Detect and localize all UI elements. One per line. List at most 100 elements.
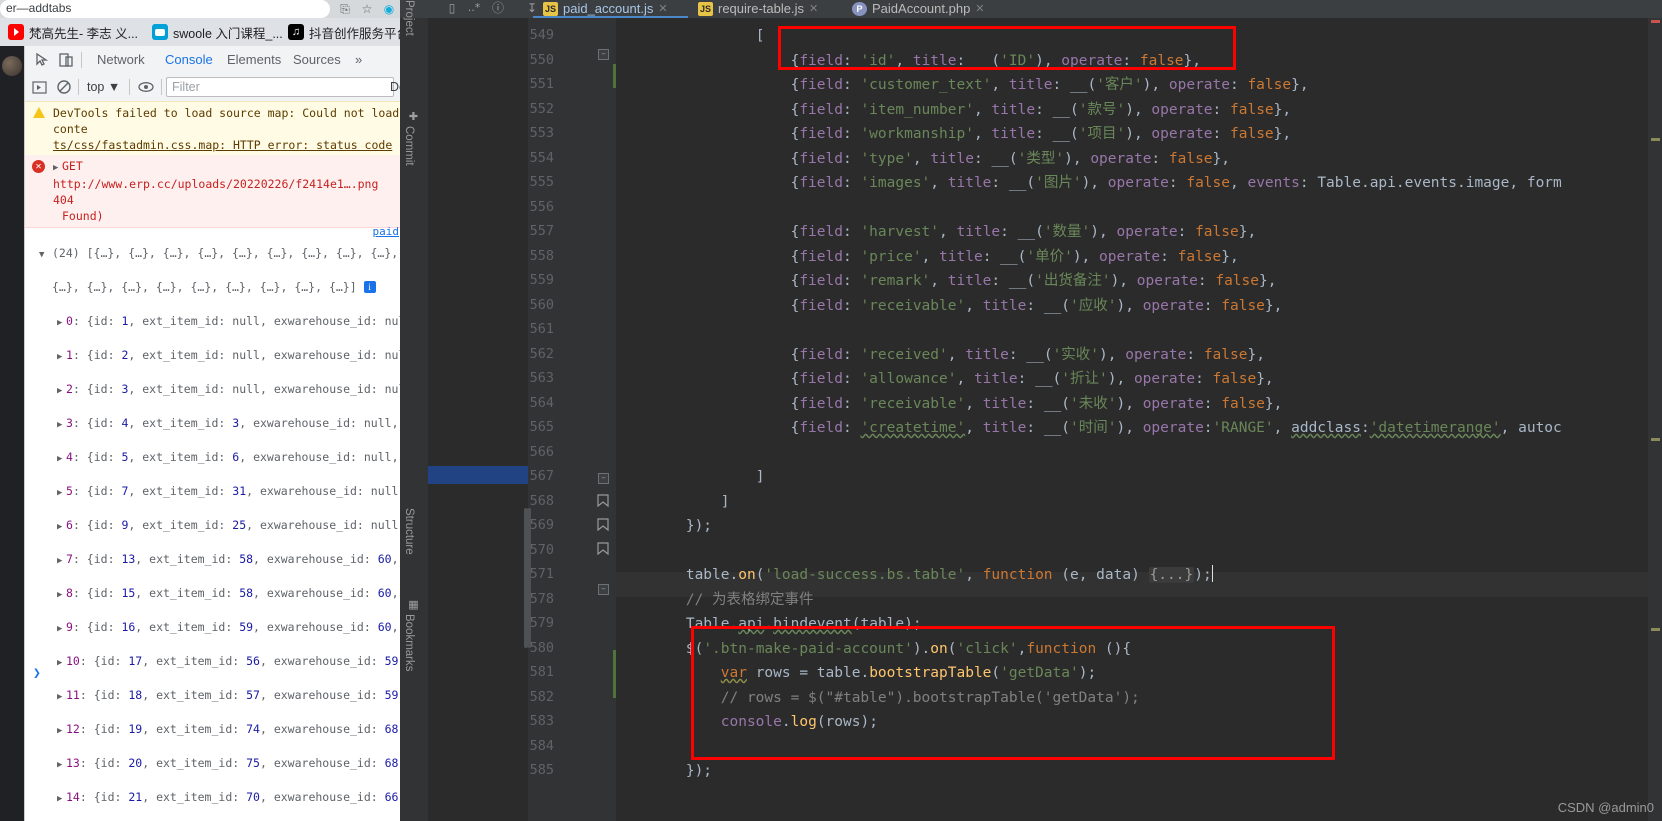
code-line[interactable]: {field: 'price', title: __('单价'), operat… xyxy=(616,245,1239,270)
array-row[interactable]: ▶ 3: {id: 4, ext_item_id: 3, exwarehouse_… xyxy=(25,415,400,432)
console-log-levels-selector[interactable]: Def xyxy=(390,80,400,94)
expand-arrow-icon[interactable]: ▶ xyxy=(57,315,66,330)
expand-arrow-icon[interactable]: ▶ xyxy=(57,757,66,772)
tool-window-project[interactable]: Project xyxy=(403,0,415,36)
devtools-tab-network[interactable]: Network xyxy=(93,46,149,74)
tool-window-commit[interactable]: Commit xyxy=(403,126,415,166)
expand-arrow-icon[interactable]: ▶ xyxy=(57,621,66,636)
code-line[interactable]: {field: 'allowance', title: __('折让'), op… xyxy=(616,367,1274,392)
code-line[interactable]: ] xyxy=(616,490,730,515)
editor-tab-paid-account-php[interactable]: P PaidAccount.php ✕ xyxy=(852,0,985,18)
code-line[interactable]: }); xyxy=(616,759,712,784)
bookmark-marker-icon[interactable] xyxy=(597,516,609,532)
code-line[interactable]: table.on('load-success.bs.table', functi… xyxy=(616,563,1213,588)
array-row[interactable]: ▶ 13: {id: 20, ext_item_id: 75, exwarehou… xyxy=(25,755,400,772)
close-icon[interactable]: ✕ xyxy=(658,2,667,16)
array-row[interactable]: ▶ 9: {id: 16, ext_item_id: 59, exwarehous… xyxy=(25,619,400,636)
expand-arrow-icon[interactable]: ▶ xyxy=(57,349,66,364)
expand-arrow-icon[interactable]: ▶ xyxy=(57,383,66,398)
expand-arrow-icon[interactable]: ▶ xyxy=(57,553,66,568)
expand-arrow-icon[interactable]: ▶ xyxy=(57,519,66,534)
array-row[interactable]: ▶ 4: {id: 5, ext_item_id: 6, exwarehouse_… xyxy=(25,449,400,466)
close-icon[interactable]: ✕ xyxy=(975,2,984,16)
array-row[interactable]: ▶ 0: {id: 1, ext_item_id: null, exwarehou… xyxy=(25,313,400,330)
bookmark-marker-icon[interactable] xyxy=(597,540,609,556)
code-line[interactable]: {field: 'receivable', title: __('应收'), o… xyxy=(616,294,1283,319)
code-line[interactable]: {field: 'item_number', title: __('款号'), … xyxy=(616,98,1292,123)
info-badge-icon[interactable]: i xyxy=(363,281,376,293)
console-filter-input[interactable]: Filter xyxy=(166,77,394,97)
bookmark-star-icon[interactable]: ☆ xyxy=(360,2,374,16)
array-row[interactable]: ▶ 2: {id: 3, ext_item_id: null, exwarehou… xyxy=(25,381,400,398)
omnibox[interactable]: er—addtabs xyxy=(0,0,330,18)
bookmark-item-0[interactable]: 梵高先生- 李志 义... xyxy=(8,21,138,43)
code-line[interactable]: {field: 'harvest', title: __('数量'), oper… xyxy=(616,220,1257,245)
code-fold-toggle[interactable]: – xyxy=(598,473,609,484)
execute-icon[interactable] xyxy=(31,78,49,96)
clear-console-icon[interactable] xyxy=(55,78,73,96)
code-fold-toggle[interactable]: – xyxy=(598,584,609,595)
devtools-tab-console[interactable]: Console xyxy=(161,46,217,76)
array-row[interactable]: ▶ 1: {id: 2, ext_item_id: null, exwarehou… xyxy=(25,347,400,364)
code-line[interactable]: console.log(rows); xyxy=(616,710,878,735)
help-icon[interactable]: ⓘ xyxy=(488,0,508,18)
close-icon[interactable]: ✕ xyxy=(809,2,818,16)
bookmark-item-1[interactable]: swoole 入门课程_... xyxy=(152,21,283,43)
code-line[interactable]: // rows = $("#table").bootstrapTable('ge… xyxy=(616,686,1140,711)
devtools-more-tabs-button[interactable]: » xyxy=(351,46,366,74)
expand-arrow-icon[interactable]: ▶ xyxy=(57,451,66,466)
device-toolbar-icon[interactable] xyxy=(57,51,75,69)
code-line[interactable]: var rows = table.bootstrapTable('getData… xyxy=(616,661,1096,686)
code-line[interactable]: {field: 'createtime', title: __('时间'), o… xyxy=(616,416,1562,441)
expand-arrow-icon[interactable]: ▶ xyxy=(57,417,66,432)
devtools-tab-sources[interactable]: Sources xyxy=(289,46,345,74)
editor-minimap[interactable] xyxy=(428,18,528,821)
code-line[interactable]: {field: 'customer_text', title: __('客户')… xyxy=(616,73,1309,98)
array-row[interactable]: ▶ 11: {id: 18, ext_item_id: 57, exwarehou… xyxy=(25,687,400,704)
code-editor[interactable]: [ {field: 'id', title: __('ID'), operate… xyxy=(616,18,1662,821)
code-line[interactable]: Table.api.bindevent(table); xyxy=(616,612,922,637)
console-context-selector[interactable]: top ▼ xyxy=(87,78,120,97)
tool-window-bookmarks[interactable]: Bookmarks xyxy=(403,614,415,672)
array-row[interactable]: ▶ 5: {id: 7, ext_item_id: 31, exwarehouse… xyxy=(25,483,400,500)
array-row[interactable]: ▶ 12: {id: 19, ext_item_id: 74, exwarehou… xyxy=(25,721,400,738)
array-row[interactable]: ▶ 6: {id: 9, ext_item_id: 25, exwarehouse… xyxy=(25,517,400,534)
expand-arrow-icon[interactable]: ▶ xyxy=(57,791,66,806)
code-line[interactable]: [ xyxy=(616,24,765,49)
expand-arrow-icon[interactable]: ▶ xyxy=(57,689,66,704)
inspect-element-icon[interactable] xyxy=(33,51,51,69)
code-line[interactable]: {field: 'remark', title: __('出货备注'), ope… xyxy=(616,269,1277,294)
code-fold-toggle[interactable]: – xyxy=(598,49,609,60)
devtools-tab-elements[interactable]: Elements xyxy=(223,46,285,74)
code-line[interactable]: {field: 'images', title: __('图片'), opera… xyxy=(616,171,1562,196)
editor-tab-require-table-js[interactable]: JS require-table.js ✕ xyxy=(698,0,818,18)
tool-window-structure[interactable]: Structure xyxy=(403,508,415,555)
code-line[interactable]: {field: 'receivable', title: __('未收'), o… xyxy=(616,392,1283,417)
search-everywhere-icon[interactable]: ..* xyxy=(464,0,484,18)
bookmark-marker-icon[interactable] xyxy=(597,492,609,508)
array-row[interactable]: ▶ 8: {id: 15, ext_item_id: 58, exwarehous… xyxy=(25,585,400,602)
window-icon[interactable]: ▯ xyxy=(442,0,462,18)
code-line[interactable]: {field: 'type', title: __('类型'), operate… xyxy=(616,147,1230,172)
array-row[interactable]: ▶ 14: {id: 21, ext_item_id: 70, exwarehou… xyxy=(25,789,400,806)
code-line[interactable]: $('.btn-make-paid-account').on('click',f… xyxy=(616,637,1131,662)
live-expression-icon[interactable] xyxy=(137,78,155,96)
editor-error-stripe[interactable] xyxy=(1648,18,1662,821)
code-line[interactable]: ] xyxy=(616,465,765,490)
code-line[interactable]: }); xyxy=(616,514,712,539)
share-icon[interactable]: ⎘ xyxy=(338,2,352,16)
array-row[interactable]: ▶ 10: {id: 17, ext_item_id: 56, exwarehou… xyxy=(25,653,400,670)
code-line[interactable]: {field: 'workmanship', title: __('项目'), … xyxy=(616,122,1292,147)
expand-arrow-icon[interactable]: ▶ xyxy=(57,587,66,602)
array-row[interactable]: ▶ 7: {id: 13, ext_item_id: 58, exwarehous… xyxy=(25,551,400,568)
code-line[interactable]: {field: 'received', title: __('实收'), ope… xyxy=(616,343,1265,368)
code-line[interactable]: // 为表格绑定事件 xyxy=(616,588,814,613)
profile-icon[interactable]: ◉ xyxy=(382,2,396,16)
expand-arrow-icon[interactable]: ▶ xyxy=(53,160,62,176)
expand-arrow-icon[interactable]: ▶ xyxy=(57,723,66,738)
bookmark-item-2[interactable]: ♫ 抖音创作服务平台 xyxy=(288,21,400,43)
collapse-arrow-icon[interactable]: ▼ xyxy=(39,247,48,262)
code-line[interactable]: {field: 'id', title: __('ID'), operate: … xyxy=(616,49,1201,74)
expand-arrow-icon[interactable]: ▶ xyxy=(57,485,66,500)
expand-arrow-icon[interactable]: ▶ xyxy=(57,655,66,670)
